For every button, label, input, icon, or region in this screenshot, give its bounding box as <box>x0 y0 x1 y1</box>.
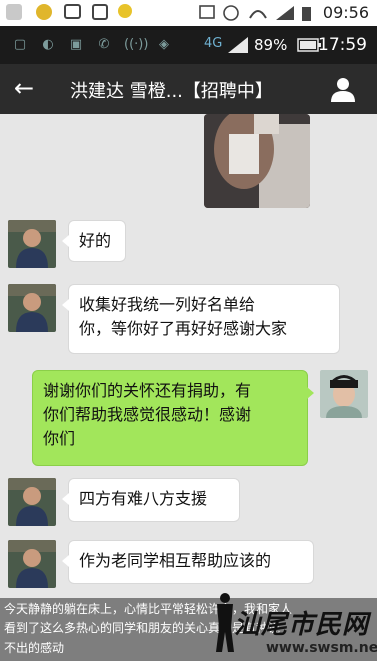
calendar-icon <box>92 4 108 20</box>
caption-line: 不出的感动 <box>4 641 65 655</box>
battery-percent: 89% <box>254 36 288 54</box>
image-icon <box>6 4 22 20</box>
signal-icon <box>276 6 294 20</box>
battery-icon <box>302 7 311 21</box>
back-arrow-icon[interactable]: ← <box>14 74 34 102</box>
chat-title: 洪建达 雪橙...【招聘中】 <box>70 81 273 102</box>
inner-status-bar: ▢ ◐ ▣ ✆ ((·)) ◈ 4G 89% 17:59 <box>0 26 377 64</box>
inner-clock: 17:59 <box>318 35 367 55</box>
site-watermark: 汕尾市民网 www.swsm.net <box>206 590 377 661</box>
contact-avatar[interactable] <box>8 478 56 526</box>
my-avatar[interactable] <box>320 370 368 418</box>
gallery-icon <box>64 4 81 19</box>
contact-avatar[interactable] <box>8 540 56 588</box>
message-bubble[interactable]: 四方有难八方支援 <box>62 478 240 522</box>
message-text: 好的 <box>79 231 112 250</box>
message-bubble[interactable]: 作为老同学相互帮助应该的 <box>62 540 314 584</box>
message-text: 四方有难八方支援 <box>79 489 208 508</box>
watermark-logo-text: 汕尾市民网 <box>234 610 370 640</box>
outer-clock: 09:56 <box>322 3 369 22</box>
shared-photo[interactable] <box>204 114 310 208</box>
message-bubble[interactable]: 收集好我统一列好名单给 你，等你好了再好好感谢大家 <box>62 284 340 354</box>
coin-app-icon <box>36 4 52 20</box>
status-icons-group <box>199 5 311 21</box>
wifi-icon <box>249 10 267 19</box>
chat-title-bar: ← 洪建达 雪橙...【招聘中】 <box>0 64 377 114</box>
message-text-line: 收集好我统一列好名单给 <box>79 295 256 314</box>
phone-icon: ◐ <box>42 37 54 52</box>
message-text-line: 你，等你好了再好好感谢大家 <box>79 319 288 338</box>
mute-icon <box>199 5 215 19</box>
network-type: 4G <box>204 36 223 51</box>
message-text-line: 你们帮助我感觉很感动！感谢 <box>43 405 252 424</box>
hotspot-icon: ((·)) <box>124 37 149 52</box>
lock-icon: ▢ <box>13 37 27 52</box>
chat-icon: ▣ <box>69 37 83 52</box>
alarm-icon <box>223 5 239 21</box>
profile-icon[interactable] <box>330 76 356 102</box>
message-text: 作为老同学相互帮助应该的 <box>79 551 272 570</box>
outgoing-message-bubble[interactable]: 谢谢你们的关怀还有捐助，有 你们帮助我感觉很感动！感谢 你们 <box>32 370 314 466</box>
outer-status-bar: 09:56 <box>0 0 377 26</box>
contact-avatar[interactable] <box>8 220 56 268</box>
signal-strength-icon <box>228 37 248 53</box>
contact-avatar[interactable] <box>8 284 56 332</box>
message-text-line: 谢谢你们的关怀还有捐助，有 <box>43 381 252 400</box>
shield-icon: ◈ <box>159 37 169 52</box>
notification-dot-icon <box>118 4 132 18</box>
chat-area[interactable]: 好的 收集好我统一列好名单给 你，等你好了再好好感谢大家 谢谢你们的关怀还有捐助… <box>0 114 377 661</box>
message-text-line: 你们 <box>43 429 76 448</box>
message-bubble[interactable]: 好的 <box>62 220 126 262</box>
missed-call-icon: ✆ <box>98 37 110 52</box>
watermark-url: www.swsm.net <box>266 640 377 656</box>
